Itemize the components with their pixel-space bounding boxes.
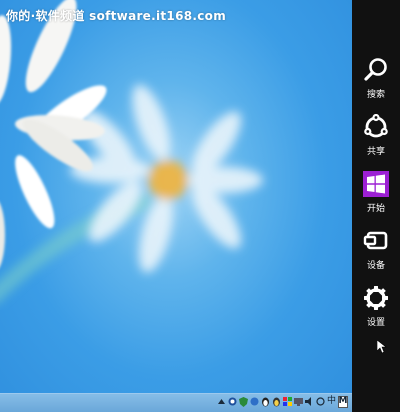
charm-devices-label: 设备 xyxy=(366,261,385,271)
monitor-icon[interactable] xyxy=(294,395,303,408)
input-m-indicator[interactable]: M xyxy=(338,395,348,408)
network-icon[interactable] xyxy=(228,395,237,408)
charm-settings[interactable]: 设置 xyxy=(352,285,400,337)
volume-icon[interactable] xyxy=(305,395,314,408)
charm-search-label: 搜索 xyxy=(366,90,385,100)
charm-settings-label: 设置 xyxy=(366,318,385,328)
charm-devices[interactable]: 设备 xyxy=(352,228,400,280)
settings-gear-icon xyxy=(363,285,389,311)
desktop-wallpaper: 你的·软件频道 software.it168.com 中 M xyxy=(0,0,352,412)
charms-bar: 搜索 共享 开始 设备 设置 xyxy=(352,0,400,412)
qq-penguin-icon[interactable] xyxy=(261,395,270,408)
ime-mode-icon[interactable] xyxy=(316,395,325,408)
devices-icon xyxy=(363,228,389,254)
input-method-indicator[interactable]: 中 xyxy=(327,395,336,408)
watermark-text: 你的·软件频道 software.it168.com xyxy=(6,9,226,23)
taskbar: 中 M xyxy=(0,393,352,412)
share-icon xyxy=(363,114,389,140)
search-icon xyxy=(363,57,389,83)
security-shield-icon[interactable] xyxy=(239,395,248,408)
charm-share[interactable]: 共享 xyxy=(352,114,400,166)
flower-wallpaper xyxy=(0,0,263,302)
charm-share-label: 共享 xyxy=(366,147,385,157)
charm-search[interactable]: 搜索 xyxy=(352,57,400,109)
show-hidden-icons-icon[interactable] xyxy=(217,395,226,408)
charm-start-label: 开始 xyxy=(366,204,385,214)
charm-start[interactable]: 开始 xyxy=(352,171,400,223)
antivirus-icon[interactable] xyxy=(250,395,259,408)
mouse-cursor-icon xyxy=(377,340,387,354)
system-tray: 中 M xyxy=(217,395,348,408)
qq-penguin-icon-2[interactable] xyxy=(272,395,281,408)
flag-icon[interactable] xyxy=(283,395,292,408)
windows-start-icon xyxy=(363,171,389,197)
